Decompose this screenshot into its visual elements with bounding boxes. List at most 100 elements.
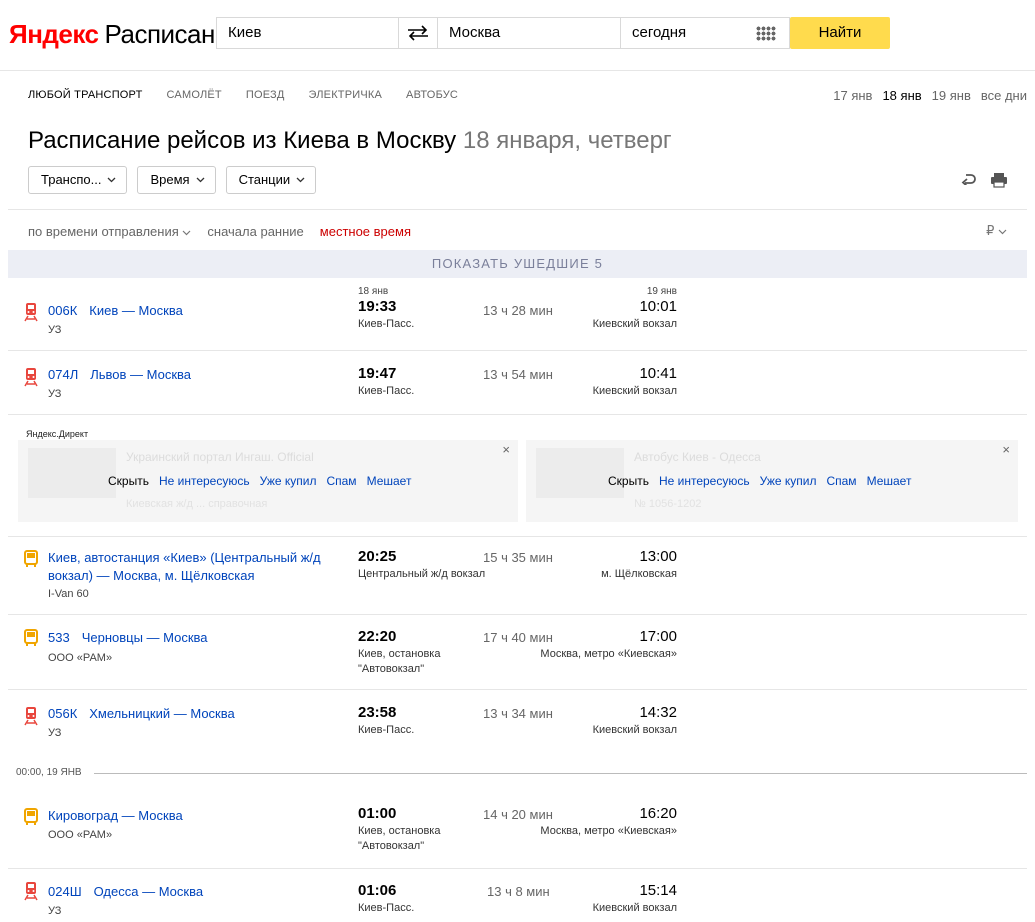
share-icon[interactable] — [960, 173, 976, 185]
find-button[interactable]: Найти — [790, 17, 890, 49]
day-18[interactable]: 18 янв — [882, 88, 921, 103]
tab-suburban[interactable]: ЭЛЕКТРИЧКА — [309, 89, 383, 101]
close-icon[interactable]: × — [1002, 442, 1010, 457]
table-row[interactable]: 024Ш Одесса — Москва УЗ 01:06 Киев-Пасс. … — [8, 869, 1027, 921]
departure-time: 23:58 — [358, 704, 397, 721]
duration: 13 ч 8 мин — [487, 884, 550, 899]
tab-plane[interactable]: САМОЛЁТ — [167, 89, 222, 101]
from-input[interactable]: Киев — [216, 17, 399, 49]
route-link[interactable]: 533 Черновцы — Москва — [48, 629, 208, 647]
date-value: сегодня — [632, 24, 687, 41]
sort-order[interactable]: сначала ранние — [207, 224, 303, 239]
sort-bar: по времени отправления сначала ранние ме… — [8, 209, 1027, 250]
arrival-station[interactable]: м. Щёлковская — [601, 567, 677, 582]
chevron-down-icon — [108, 177, 116, 183]
tab-bus[interactable]: АВТОБУС — [406, 89, 458, 101]
transport-dropdown[interactable]: Транспо... — [28, 166, 128, 194]
ad-text: Киевская ж/д ... справочная — [126, 498, 268, 510]
show-departed-button[interactable]: ПОКАЗАТЬ УШЕДШИЕ 5 — [8, 250, 1027, 278]
departure-station[interactable]: Киев, остановка "Автовокзал" — [358, 647, 473, 677]
day-all[interactable]: все дни — [981, 88, 1027, 103]
table-row[interactable]: Кировоград — Москва ООО «РАМ» 01:00 Киев… — [8, 792, 1027, 869]
bus-icon — [24, 808, 38, 825]
to-input[interactable]: Москва — [438, 17, 621, 49]
departure-station[interactable]: Киев-Пасс. — [358, 901, 414, 916]
ad-image — [28, 448, 116, 498]
arrival-station[interactable]: Киевский вокзал — [593, 901, 677, 916]
route-link[interactable]: 074Л Львов — Москва — [48, 366, 191, 384]
duration: 13 ч 54 мин — [483, 367, 553, 382]
close-icon[interactable]: × — [502, 442, 510, 457]
departure-station[interactable]: Киев-Пасс. — [358, 317, 414, 332]
arrival-station[interactable]: Киевский вокзал — [593, 384, 677, 399]
print-icon[interactable] — [990, 172, 1008, 188]
arrival-time: 17:00 — [639, 628, 677, 645]
ad-feedback-options: Скрыть Не интересуюсь Уже купил Спам Меш… — [608, 474, 911, 488]
ad-option-not-interested[interactable]: Не интересуюсь — [659, 474, 750, 488]
ad-option-already-bought[interactable]: Уже купил — [760, 474, 817, 488]
dropdown-label: Транспо... — [41, 172, 102, 187]
departure-station[interactable]: Киев-Пасс. — [358, 384, 414, 399]
route-name: Киев — Москва — [89, 303, 183, 318]
train-icon — [24, 368, 38, 387]
title-main: Расписание рейсов из Киева в Москву — [28, 127, 457, 154]
ad-option-spam[interactable]: Спам — [826, 474, 856, 488]
route-link[interactable]: 024Ш Одесса — Москва — [48, 883, 203, 901]
yandex-logo[interactable]: Яндекс Расписания — [9, 19, 243, 50]
stations-dropdown[interactable]: Станции — [225, 166, 317, 194]
table-row[interactable]: 533 Черновцы — Москва ООО «РАМ» 22:20 Кие… — [8, 614, 1027, 690]
departure-station[interactable]: Киев-Пасс. — [358, 723, 414, 738]
arrival: 19 янв 10:01 Киевский вокзал — [593, 286, 677, 332]
departure-time: 20:25 — [358, 548, 397, 565]
table-row[interactable]: 074Л Львов — Москва УЗ 19:47 Киев-Пасс. 1… — [8, 351, 1027, 415]
route-link[interactable]: 056К Хмельницкий — Москва — [48, 705, 235, 723]
route-link[interactable]: Киев, автостанция «Киев» (Центральный ж/… — [48, 549, 338, 585]
page-title: Расписание рейсов из Киева в Москву 18 я… — [28, 127, 672, 155]
table-row[interactable]: Киев, автостанция «Киев» (Центральный ж/… — [8, 536, 1027, 615]
currency-select[interactable]: ₽ — [986, 223, 1007, 239]
day-19[interactable]: 19 янв — [932, 88, 971, 103]
departure-time: 01:00 — [358, 805, 397, 822]
route-number: 006К — [48, 303, 78, 318]
sort-by-departure[interactable]: по времени отправления — [28, 224, 191, 239]
ad-option-already-bought[interactable]: Уже купил — [260, 474, 317, 488]
ad-option-annoying[interactable]: Мешает — [367, 474, 412, 488]
swap-button[interactable] — [399, 17, 438, 49]
route-link[interactable]: 006К Киев — Москва — [48, 302, 183, 320]
arrival-station[interactable]: Киевский вокзал — [593, 317, 677, 332]
departure: 01:00 Киев, остановка "Автовокзал" — [358, 804, 473, 854]
departure-time: 22:20 — [358, 628, 397, 645]
day-17[interactable]: 17 янв — [833, 88, 872, 103]
table-row[interactable]: 006К Киев — Москва УЗ 18 янв 19:33 Киев-П… — [8, 278, 1027, 351]
local-time-toggle[interactable]: местное время — [320, 224, 411, 239]
swap-arrows-icon — [408, 25, 428, 41]
carrier: ООО «РАМ» — [48, 829, 113, 841]
arrival-time: 16:20 — [639, 805, 677, 822]
arrival-station[interactable]: Москва, метро «Киевская» — [540, 647, 677, 662]
ad-option-not-interested[interactable]: Не интересуюсь — [159, 474, 250, 488]
table-row[interactable]: 056К Хмельницкий — Москва УЗ 23:58 Киев-П… — [8, 690, 1027, 754]
departure-station[interactable]: Киев, остановка "Автовокзал" — [358, 824, 473, 854]
departure-station[interactable]: Центральный ж/д вокзал — [358, 567, 485, 582]
arrival-station[interactable]: Москва, метро «Киевская» — [540, 824, 677, 839]
route-link[interactable]: Кировоград — Москва — [48, 807, 183, 825]
departure: 20:25 Центральный ж/д вокзал — [358, 547, 485, 582]
ad-option-spam[interactable]: Спам — [326, 474, 356, 488]
calendar-icon[interactable] — [756, 26, 776, 41]
departure-time: 19:47 — [358, 365, 397, 382]
chevron-down-icon — [196, 177, 205, 183]
time-dropdown[interactable]: Время — [137, 166, 216, 194]
route-number: 024Ш — [48, 884, 82, 899]
tab-train[interactable]: ПОЕЗД — [246, 89, 285, 101]
arrival-time: 14:32 — [639, 704, 677, 721]
ad-option-annoying[interactable]: Мешает — [867, 474, 912, 488]
duration: 15 ч 35 мин — [483, 550, 553, 565]
ad-label: Яндекс.Директ — [26, 429, 89, 439]
arrival: 14:32 Киевский вокзал — [593, 703, 677, 738]
arrival-station[interactable]: Киевский вокзал — [593, 723, 677, 738]
tab-any-transport[interactable]: ЛЮБОЙ ТРАНСПОРТ — [28, 89, 143, 101]
arrival-time: 13:00 — [639, 548, 677, 565]
show-departed-count: 5 — [594, 256, 604, 271]
date-input[interactable]: сегодня — [621, 17, 790, 49]
carrier: I-Van 60 — [48, 588, 89, 600]
